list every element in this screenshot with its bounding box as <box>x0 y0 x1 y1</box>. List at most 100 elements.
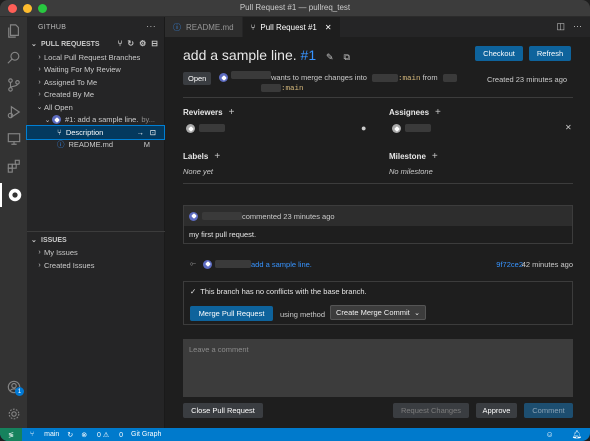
source-control-icon[interactable] <box>0 73 27 97</box>
tree-item-waiting-review[interactable]: › Waiting For My Review <box>27 64 164 77</box>
tab-readme[interactable]: ⓘ README.md <box>165 17 243 37</box>
tab-pull-request[interactable]: ⑂ Pull Request #1 ✕ <box>242 17 341 37</box>
committer-avatar <box>203 259 212 269</box>
sidebar-header: GITHUB ··· <box>27 17 164 37</box>
merge-text: wants to merge changes into :main from <box>271 73 457 83</box>
pr-title-text: add a sample line. <box>183 47 297 63</box>
split-editor-icon[interactable]: ◫ <box>556 21 565 32</box>
add-assignee-icon[interactable]: + <box>435 107 441 118</box>
checkout-button[interactable]: Checkout <box>475 46 523 61</box>
redacted-assignee <box>405 124 431 132</box>
divider <box>183 183 573 184</box>
refresh-button[interactable]: Refresh <box>529 46 571 61</box>
tree-item-description[interactable]: ⑂ Description → ⊡ <box>26 125 165 140</box>
tree-item-readme[interactable]: ⓘ README.md M <box>27 139 164 152</box>
tree-item-assigned[interactable]: › Assigned To Me <box>27 76 164 89</box>
description-label: Description <box>65 127 104 137</box>
comment-button[interactable]: Comment <box>524 403 573 418</box>
pr-state-badge: Open <box>183 72 212 85</box>
chevron-right-icon: › <box>38 248 41 256</box>
tree-item-all-open[interactable]: ⌄ All Open <box>27 101 164 114</box>
github-icon[interactable] <box>0 183 27 207</box>
chevron-down-icon: ⌄ <box>44 116 51 124</box>
open-arrow-icon[interactable]: → <box>137 128 145 137</box>
refresh-icon[interactable]: ↻ <box>127 39 134 48</box>
search-icon[interactable] <box>0 46 27 70</box>
pull-requests-title: PULL REQUESTS <box>41 40 100 48</box>
assignee-avatar <box>392 124 401 133</box>
tree-item-label: Local Pull Request Branches <box>44 52 141 62</box>
redacted-committer <box>215 260 251 268</box>
accounts-icon[interactable]: 1 <box>0 375 27 399</box>
remote-explorer-icon[interactable] <box>0 127 27 151</box>
copy-link-icon[interactable]: ⧉ <box>343 52 349 62</box>
tree-item-my-issues[interactable]: › My Issues <box>27 246 165 259</box>
merge-status: ✓ This branch has no conflicts with the b… <box>190 287 367 296</box>
file-label: README.md <box>68 140 114 150</box>
pull-requests-section[interactable]: ⌄ PULL REQUESTS ⑂ ↻ ⚙ ⊟ <box>27 37 164 51</box>
milestone-heading: Milestone + <box>389 151 438 162</box>
section-divider <box>27 231 165 232</box>
commit-sha-link[interactable]: 9f72ce2 <box>496 260 523 269</box>
comment-body: my first pull request. <box>189 230 257 239</box>
chevron-down-icon: ⌄ <box>31 41 37 48</box>
issues-title: ISSUES <box>41 236 67 244</box>
remove-assignee-icon[interactable]: ✕ <box>565 123 572 132</box>
approve-button[interactable]: Approve <box>476 403 517 418</box>
add-reviewer-icon[interactable]: + <box>229 107 235 118</box>
commit-icon: ⟜ <box>190 259 196 268</box>
add-label-icon[interactable]: + <box>214 151 220 162</box>
collapse-all-icon[interactable]: ⊟ <box>151 39 158 48</box>
created-time: Created 23 minutes ago <box>487 75 568 84</box>
extensions-icon[interactable] <box>0 154 27 178</box>
feedback-icon[interactable]: ☺ <box>546 430 554 439</box>
commit-time: 42 minutes ago <box>521 259 573 269</box>
base-branch: :main <box>397 75 421 83</box>
tab-label: README.md <box>186 22 234 32</box>
check-icon: ✓ <box>190 287 197 296</box>
author-avatar <box>219 73 228 82</box>
close-pull-request-button[interactable]: Close Pull Request <box>183 403 263 418</box>
open-side-icon[interactable]: ⊡ <box>150 128 156 137</box>
sync-icon[interactable]: ↻ <box>67 431 73 439</box>
merge-pull-request-button[interactable]: Merge Pull Request <box>190 306 273 321</box>
settings-icon[interactable]: ⚙ <box>139 39 146 48</box>
merge-method-select[interactable]: Create Merge Commit ⌄ <box>330 305 426 320</box>
branch-status[interactable]: ⑂ main <box>30 431 59 438</box>
author-avatar <box>52 115 61 125</box>
explorer-icon[interactable] <box>0 19 27 43</box>
tree-item-label: Created By Me <box>44 90 95 100</box>
chevron-right-icon: › <box>38 78 41 86</box>
create-pr-icon[interactable]: ⑂ <box>118 39 123 48</box>
tree-item-created-by-me[interactable]: › Created By Me <box>27 89 164 102</box>
more-actions-icon[interactable]: ··· <box>146 21 156 31</box>
edit-title-icon[interactable]: ✎ <box>326 52 334 62</box>
more-actions-icon[interactable]: ··· <box>573 21 582 32</box>
tab-label: Pull Request #1 <box>260 22 317 32</box>
tree-item-local-branches[interactable]: › Local Pull Request Branches <box>27 51 164 64</box>
request-changes-button[interactable]: Request Changes <box>393 403 469 418</box>
comment-textarea[interactable]: Leave a comment <box>183 339 573 397</box>
notifications-bell-icon[interactable]: 🔔︎ <box>572 430 582 439</box>
settings-gear-icon[interactable] <box>0 402 27 426</box>
add-milestone-icon[interactable]: + <box>432 151 438 162</box>
close-tab-icon[interactable]: ✕ <box>325 23 332 32</box>
remote-indicator-icon[interactable]: ≶ <box>0 428 22 441</box>
commit-message-link[interactable]: add a sample line. <box>251 260 312 269</box>
chevron-right-icon: › <box>38 261 41 269</box>
problems-status[interactable]: ⊗ 0 ⚠ 0 <box>81 431 123 439</box>
tree-item-label: Assigned To Me <box>44 77 98 87</box>
tree-item-created-issues[interactable]: › Created Issues <box>27 259 165 272</box>
reviewers-heading: Reviewers + <box>183 107 235 118</box>
window-title: Pull Request #1 — pullreq_test <box>239 3 351 12</box>
tree-item-pr-1[interactable]: ⌄ #1: add a sample line. by... <box>27 114 164 127</box>
comment-meta: commented 23 minutes ago <box>242 211 335 221</box>
editor-area: ⓘ README.md ⑂ Pull Request #1 ✕ ◫ ··· ad… <box>165 17 590 428</box>
chevron-right-icon: › <box>38 66 41 74</box>
redacted-reviewer <box>199 124 225 132</box>
assignees-heading: Assignees + <box>389 107 441 118</box>
run-debug-icon[interactable] <box>0 100 27 124</box>
issues-section[interactable]: ⌄ ISSUES <box>27 233 165 247</box>
chevron-right-icon: › <box>38 91 41 99</box>
git-graph-status[interactable]: Git Graph <box>131 431 161 438</box>
